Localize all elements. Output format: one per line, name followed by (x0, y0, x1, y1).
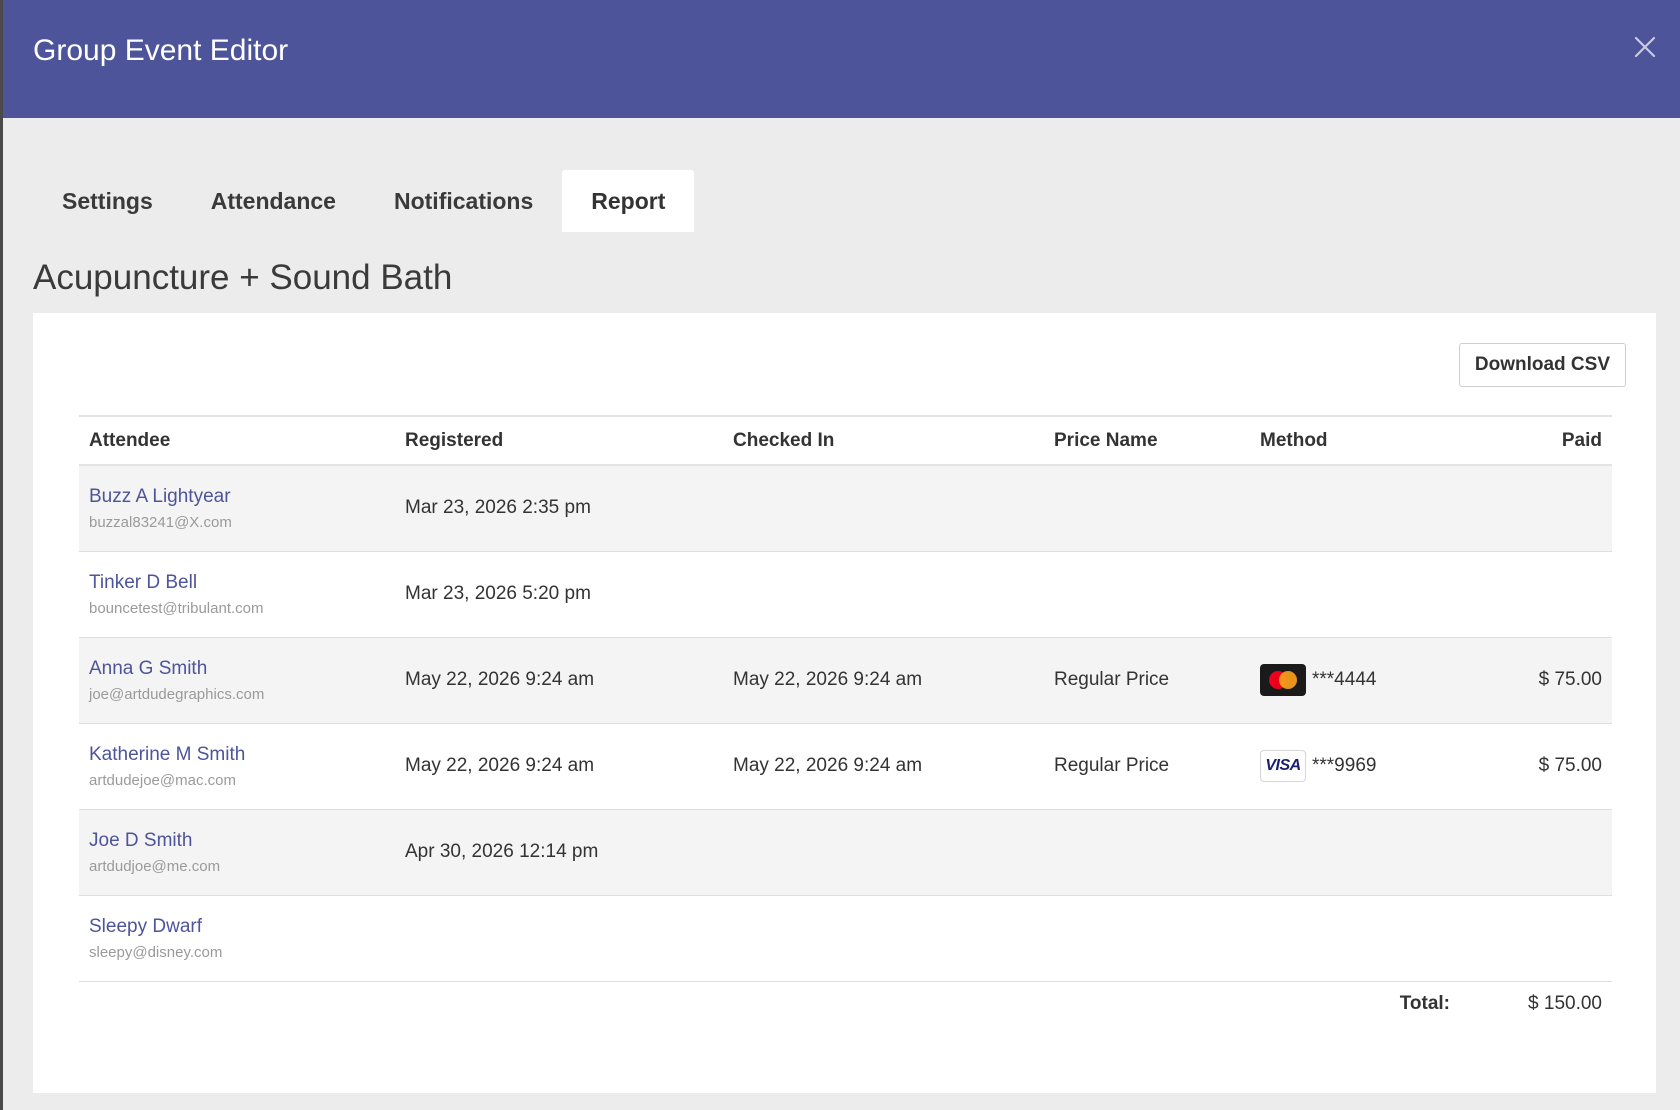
modal-header: Group Event Editor (3, 0, 1680, 118)
card-last4: ***9969 (1312, 755, 1377, 776)
attendee-cell: Anna G Smith joe@artdudegraphics.com (79, 637, 395, 724)
attendee-name-link[interactable]: Joe D Smith (89, 830, 385, 852)
table-header-row: Attendee Registered Checked In Price Nam… (79, 415, 1612, 466)
payment-method: ***4444 (1260, 664, 1450, 696)
table-row: Joe D Smith artdudjoe@me.com Apr 30, 202… (79, 809, 1612, 896)
registered-cell: May 22, 2026 9:24 am (395, 637, 723, 724)
attendee-email: artdudjoe@me.com (89, 857, 221, 875)
report-table: Attendee Registered Checked In Price Nam… (79, 415, 1612, 1027)
checked-in-cell (723, 465, 1044, 552)
event-title: Acupuncture + Sound Bath (33, 258, 453, 297)
tab-bar: Settings Attendance Notifications Report (33, 170, 695, 232)
registered-cell (395, 895, 723, 982)
close-icon (1634, 36, 1656, 58)
col-header-checked-in[interactable]: Checked In (723, 415, 1044, 466)
method-cell (1250, 465, 1460, 552)
attendee-email: sleepy@disney.com (89, 943, 223, 961)
mastercard-icon (1260, 664, 1306, 696)
attendee-email: buzzal83241@X.com (89, 513, 232, 531)
total-value: $ 150.00 (1460, 981, 1612, 1027)
total-label: Total: (1250, 981, 1460, 1027)
attendee-cell: Buzz A Lightyear buzzal83241@X.com (79, 465, 395, 552)
modal-title: Group Event Editor (33, 34, 289, 67)
attendee-name-link[interactable]: Buzz A Lightyear (89, 486, 385, 508)
col-header-paid[interactable]: Paid (1460, 415, 1612, 466)
card-last4: ***4444 (1312, 669, 1377, 690)
payment-method: VISA ***9969 (1260, 750, 1450, 782)
registered-cell: Apr 30, 2026 12:14 pm (395, 809, 723, 896)
col-header-attendee[interactable]: Attendee (79, 415, 395, 466)
attendee-email: artdudejoe@mac.com (89, 771, 236, 789)
modal-window: Group Event Editor Settings Attendance N… (0, 0, 1680, 1110)
table-row: Sleepy Dwarf sleepy@disney.com (79, 895, 1612, 982)
paid-cell (1460, 809, 1612, 896)
registered-cell: May 22, 2026 9:24 am (395, 723, 723, 810)
paid-cell: $ 75.00 (1460, 637, 1612, 724)
method-cell: VISA ***9969 (1250, 723, 1460, 810)
visa-icon: VISA (1260, 750, 1306, 782)
price-name-cell (1044, 809, 1250, 896)
price-name-cell (1044, 895, 1250, 982)
total-row: Total: $ 150.00 (79, 981, 1612, 1027)
visa-logo-text: VISA (1265, 757, 1301, 774)
report-panel: Download CSV Attendee Registered Checked… (33, 313, 1656, 1093)
tab-report[interactable]: Report (562, 170, 695, 232)
checked-in-cell (723, 895, 1044, 982)
table-row: Tinker D Bell bouncetest@tribulant.com M… (79, 551, 1612, 638)
table-row: Anna G Smith joe@artdudegraphics.com May… (79, 637, 1612, 724)
paid-cell (1460, 551, 1612, 638)
col-header-method[interactable]: Method (1250, 415, 1460, 466)
price-name-cell: Regular Price (1044, 723, 1250, 810)
attendee-name-link[interactable]: Sleepy Dwarf (89, 916, 385, 938)
attendee-name-link[interactable]: Tinker D Bell (89, 572, 385, 594)
tab-notifications[interactable]: Notifications (365, 170, 562, 232)
checked-in-cell (723, 809, 1044, 896)
attendee-cell: Tinker D Bell bouncetest@tribulant.com (79, 551, 395, 638)
tab-settings[interactable]: Settings (33, 170, 182, 232)
price-name-cell (1044, 465, 1250, 552)
table-row: Katherine M Smith artdudejoe@mac.com May… (79, 723, 1612, 810)
attendee-cell: Joe D Smith artdudjoe@me.com (79, 809, 395, 896)
tab-attendance[interactable]: Attendance (182, 170, 365, 232)
price-name-cell (1044, 551, 1250, 638)
download-csv-button[interactable]: Download CSV (1458, 343, 1626, 387)
mastercard-logo (1269, 671, 1297, 689)
paid-cell (1460, 895, 1612, 982)
attendee-name-link[interactable]: Katherine M Smith (89, 744, 385, 766)
col-header-registered[interactable]: Registered (395, 415, 723, 466)
attendee-name-link[interactable]: Anna G Smith (89, 658, 385, 680)
paid-cell: $ 75.00 (1460, 723, 1612, 810)
registered-cell: Mar 23, 2026 2:35 pm (395, 465, 723, 552)
method-cell (1250, 551, 1460, 638)
method-cell: ***4444 (1250, 637, 1460, 724)
checked-in-cell (723, 551, 1044, 638)
paid-cell (1460, 465, 1612, 552)
price-name-cell: Regular Price (1044, 637, 1250, 724)
col-header-price-name[interactable]: Price Name (1044, 415, 1250, 466)
registered-cell: Mar 23, 2026 5:20 pm (395, 551, 723, 638)
close-button[interactable] (1630, 32, 1660, 62)
method-cell (1250, 895, 1460, 982)
attendee-cell: Katherine M Smith artdudejoe@mac.com (79, 723, 395, 810)
attendee-email: bouncetest@tribulant.com (89, 599, 264, 617)
attendee-email: joe@artdudegraphics.com (89, 685, 265, 703)
attendee-cell: Sleepy Dwarf sleepy@disney.com (79, 895, 395, 982)
checked-in-cell: May 22, 2026 9:24 am (723, 637, 1044, 724)
table-row: Buzz A Lightyear buzzal83241@X.com Mar 2… (79, 465, 1612, 552)
checked-in-cell: May 22, 2026 9:24 am (723, 723, 1044, 810)
method-cell (1250, 809, 1460, 896)
